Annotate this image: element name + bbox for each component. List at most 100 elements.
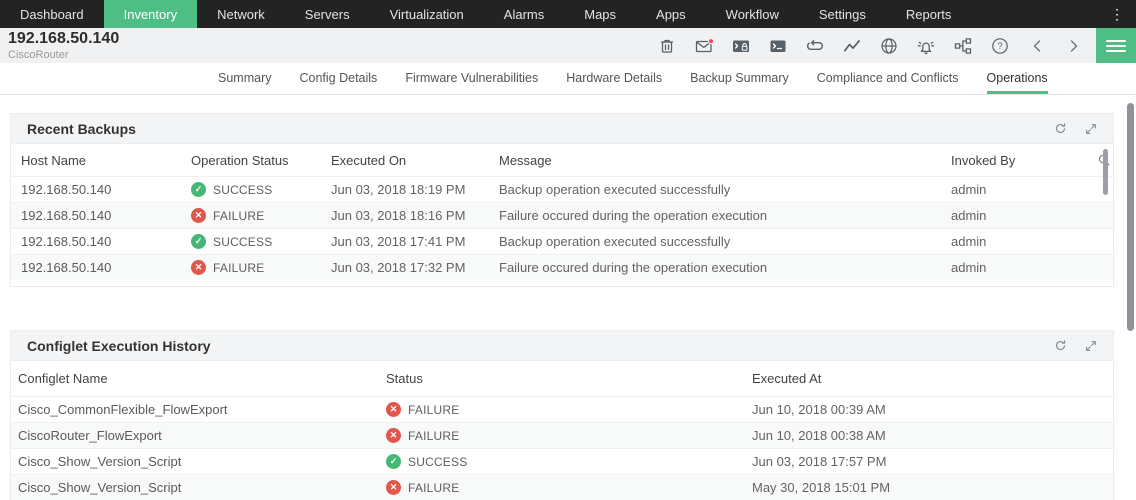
- col-message: Message: [499, 153, 951, 168]
- line-chart-icon[interactable]: [842, 36, 862, 56]
- workflow-tree-icon[interactable]: [953, 36, 973, 56]
- col-host-name: Host Name: [21, 153, 191, 168]
- chevron-right-icon[interactable]: [1064, 36, 1084, 56]
- chevron-left-icon[interactable]: [1027, 36, 1047, 56]
- success-icon: ✓: [191, 234, 206, 249]
- cell-invoked-by: admin: [951, 234, 1083, 249]
- refresh-icon[interactable]: [1054, 122, 1067, 135]
- configlet-table-row[interactable]: CiscoRouter_FlowExport ✕ FAILURE Jun 10,…: [11, 422, 1113, 448]
- cell-status: ✕ FAILURE: [386, 402, 752, 417]
- cell-operation-status: ✓ SUCCESS: [191, 182, 331, 197]
- tab-config-details[interactable]: Config Details: [299, 63, 377, 94]
- configlet-history-header: Configlet Execution History: [11, 331, 1113, 361]
- configlet-table-header: Configlet Name Status Executed At: [11, 361, 1113, 396]
- cell-executed-on: Jun 03, 2018 18:16 PM: [331, 208, 499, 223]
- cell-executed-at: May 30, 2018 15:01 PM: [752, 480, 1113, 495]
- cell-host-name: 192.168.50.140: [21, 182, 191, 197]
- tab-firmware-vulnerabilities[interactable]: Firmware Vulnerabilities: [405, 63, 538, 94]
- cell-message: Failure occured during the operation exe…: [499, 208, 951, 223]
- bell-alert-icon[interactable]: [916, 36, 936, 56]
- failure-icon: ✕: [386, 402, 401, 417]
- nav-item-inventory[interactable]: Inventory: [104, 0, 197, 28]
- cell-message: Failure occured during the operation exe…: [499, 260, 951, 275]
- col-executed-at: Executed At: [752, 371, 1113, 386]
- table-search-icon[interactable]: [1083, 153, 1113, 167]
- tab-summary[interactable]: Summary: [218, 63, 271, 94]
- status-label: FAILURE: [213, 261, 264, 275]
- cell-executed-at: Jun 10, 2018 00:39 AM: [752, 402, 1113, 417]
- help-icon[interactable]: ?: [990, 36, 1010, 56]
- backups-table-header: Host Name Operation Status Executed On M…: [11, 144, 1113, 176]
- status-label: FAILURE: [213, 209, 264, 223]
- expand-icon[interactable]: [1085, 123, 1097, 135]
- status-label: SUCCESS: [408, 455, 467, 469]
- hamburger-menu-icon[interactable]: [1096, 28, 1136, 63]
- failure-icon: ✕: [191, 208, 206, 223]
- success-icon: ✓: [386, 454, 401, 469]
- expand-icon[interactable]: [1085, 340, 1097, 352]
- table-scrollbar-thumb[interactable]: [1103, 149, 1108, 195]
- cell-status: ✕ FAILURE: [386, 480, 752, 495]
- configlet-table-body: Cisco_CommonFlexible_FlowExport ✕ FAILUR…: [11, 396, 1113, 500]
- cell-invoked-by: admin: [951, 182, 1083, 197]
- nav-overflow-icon[interactable]: ⋮: [1098, 0, 1136, 28]
- status-label: SUCCESS: [213, 235, 272, 249]
- panel-actions: [1054, 339, 1097, 352]
- terminal-lock-icon[interactable]: [731, 36, 751, 56]
- backup-table-row[interactable]: 192.168.50.140 ✕ FAILURE Jun 03, 2018 18…: [11, 202, 1113, 228]
- recent-backups-panel: Recent Backups Host Name Operation Statu…: [10, 113, 1114, 287]
- tab-compliance-and-conflicts[interactable]: Compliance and Conflicts: [817, 63, 959, 94]
- trash-icon[interactable]: [657, 36, 677, 56]
- nav-item-virtualization[interactable]: Virtualization: [370, 0, 484, 28]
- tab-backup-summary[interactable]: Backup Summary: [690, 63, 789, 94]
- nav-item-alarms[interactable]: Alarms: [484, 0, 564, 28]
- configlet-history-panel: Configlet Execution History Configlet Na…: [10, 330, 1114, 500]
- globe-icon[interactable]: [879, 36, 899, 56]
- status-label: FAILURE: [408, 403, 459, 417]
- tab-hardware-details[interactable]: Hardware Details: [566, 63, 662, 94]
- nav-item-workflow[interactable]: Workflow: [706, 0, 799, 28]
- backup-table-row[interactable]: 192.168.50.140 ✓ SUCCESS Jun 03, 2018 18…: [11, 176, 1113, 202]
- mail-icon[interactable]: [694, 36, 714, 56]
- nav-item-settings[interactable]: Settings: [799, 0, 886, 28]
- col-status: Status: [386, 371, 752, 386]
- nav-item-dashboard[interactable]: Dashboard: [0, 0, 104, 28]
- tab-operations[interactable]: Operations: [987, 63, 1048, 94]
- cell-executed-at: Jun 03, 2018 17:57 PM: [752, 454, 1113, 469]
- backup-table-row[interactable]: 192.168.50.140 ✓ SUCCESS Jun 03, 2018 17…: [11, 228, 1113, 254]
- panel-title: Recent Backups: [27, 121, 136, 137]
- link-loop-icon[interactable]: [805, 36, 825, 56]
- configlet-table-row[interactable]: Cisco_Show_Version_Script ✕ FAILURE May …: [11, 474, 1113, 500]
- cell-host-name: 192.168.50.140: [21, 208, 191, 223]
- nav-item-reports[interactable]: Reports: [886, 0, 972, 28]
- col-configlet-name: Configlet Name: [18, 371, 386, 386]
- cell-operation-status: ✕ FAILURE: [191, 260, 331, 275]
- device-info: 192.168.50.140 CiscoRouter: [8, 31, 119, 61]
- failure-icon: ✕: [386, 428, 401, 443]
- col-invoked-by: Invoked By: [951, 153, 1083, 168]
- page-scrollbar-thumb[interactable]: [1127, 103, 1134, 331]
- nav-item-network[interactable]: Network: [197, 0, 285, 28]
- cell-executed-on: Jun 03, 2018 17:32 PM: [331, 260, 499, 275]
- cell-operation-status: ✓ SUCCESS: [191, 234, 331, 249]
- refresh-icon[interactable]: [1054, 339, 1067, 352]
- backups-table-body: 192.168.50.140 ✓ SUCCESS Jun 03, 2018 18…: [11, 176, 1113, 280]
- cell-invoked-by: admin: [951, 208, 1083, 223]
- nav-item-maps[interactable]: Maps: [564, 0, 636, 28]
- col-operation-status: Operation Status: [191, 153, 331, 168]
- cell-executed-on: Jun 03, 2018 17:41 PM: [331, 234, 499, 249]
- cell-host-name: 192.168.50.140: [21, 234, 191, 249]
- configlet-table-row[interactable]: Cisco_CommonFlexible_FlowExport ✕ FAILUR…: [11, 396, 1113, 422]
- backup-table-row[interactable]: 192.168.50.140 ✕ FAILURE Jun 03, 2018 17…: [11, 254, 1113, 280]
- svg-text:?: ?: [997, 41, 1002, 52]
- cell-message: Backup operation executed successfully: [499, 182, 951, 197]
- recent-backups-header: Recent Backups: [11, 114, 1113, 144]
- terminal-icon[interactable]: [768, 36, 788, 56]
- success-icon: ✓: [191, 182, 206, 197]
- cell-configlet-name: Cisco_CommonFlexible_FlowExport: [18, 402, 386, 417]
- cell-status: ✓ SUCCESS: [386, 454, 752, 469]
- nav-item-servers[interactable]: Servers: [285, 0, 370, 28]
- configlet-table-row[interactable]: Cisco_Show_Version_Script ✓ SUCCESS Jun …: [11, 448, 1113, 474]
- device-toolbar: ?: [657, 36, 1084, 56]
- nav-item-apps[interactable]: Apps: [636, 0, 706, 28]
